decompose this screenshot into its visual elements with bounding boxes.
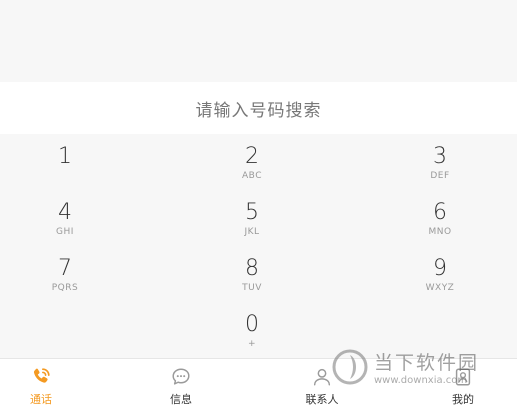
site-watermark: 当下软件园 www.downxia.com bbox=[330, 342, 500, 392]
key-6[interactable]: 6 MNO bbox=[380, 200, 500, 252]
search-placeholder: 请输入号码搜索 bbox=[195, 100, 322, 121]
key-letters: PQRS bbox=[51, 283, 79, 293]
nav-label: 信息 bbox=[170, 393, 192, 406]
nav-item-messages[interactable]: 信息 bbox=[141, 359, 221, 414]
key-digit: 5 bbox=[245, 200, 259, 225]
key-letters: MNO bbox=[428, 227, 452, 237]
header-blank-area bbox=[0, 0, 517, 82]
key-letters: WXYZ bbox=[425, 283, 455, 293]
key-5[interactable]: 5 JKL bbox=[192, 200, 312, 252]
key-digit: 2 bbox=[245, 144, 259, 169]
key-letters: JKL bbox=[244, 227, 260, 237]
key-digit: 0 bbox=[245, 312, 259, 337]
key-letters: + bbox=[247, 339, 257, 349]
key-letters: DEF bbox=[430, 171, 450, 181]
key-digit: 8 bbox=[245, 256, 259, 281]
watermark-logo-icon bbox=[332, 349, 368, 385]
key-digit: 3 bbox=[433, 144, 447, 169]
nav-label: 我的 bbox=[452, 393, 474, 406]
phone-icon bbox=[33, 368, 50, 383]
key-digit: 1 bbox=[58, 144, 72, 169]
key-digit: 4 bbox=[58, 200, 72, 225]
watermark-name: 当下软件园 bbox=[374, 352, 480, 374]
watermark-url: www.downxia.com bbox=[374, 375, 468, 386]
key-8[interactable]: 8 TUV bbox=[192, 256, 312, 308]
key-3[interactable]: 3 DEF bbox=[380, 144, 500, 196]
key-7[interactable]: 7 PQRS bbox=[5, 256, 125, 308]
key-letters: GHI bbox=[56, 227, 74, 237]
message-icon bbox=[172, 368, 190, 385]
key-digit: 6 bbox=[433, 200, 447, 225]
nav-label: 通话 bbox=[30, 393, 52, 406]
nav-item-calls[interactable]: 通话 bbox=[1, 359, 81, 414]
number-search-bar[interactable]: 请输入号码搜索 bbox=[0, 82, 517, 134]
nav-label: 联系人 bbox=[305, 393, 339, 406]
key-2[interactable]: 2 ABC bbox=[192, 144, 312, 196]
dial-keypad: 1 2 ABC 3 DEF 4 GHI 5 JKL 6 MNO 7 PQRS 8… bbox=[0, 134, 517, 358]
key-0[interactable]: 0 + bbox=[192, 312, 312, 364]
key-4[interactable]: 4 GHI bbox=[5, 200, 125, 252]
key-1[interactable]: 1 bbox=[5, 144, 125, 196]
key-digit: 7 bbox=[58, 256, 72, 281]
key-digit: 9 bbox=[433, 256, 447, 281]
key-letters: ABC bbox=[242, 171, 262, 181]
key-9[interactable]: 9 WXYZ bbox=[380, 256, 500, 308]
key-letters: TUV bbox=[242, 283, 262, 293]
